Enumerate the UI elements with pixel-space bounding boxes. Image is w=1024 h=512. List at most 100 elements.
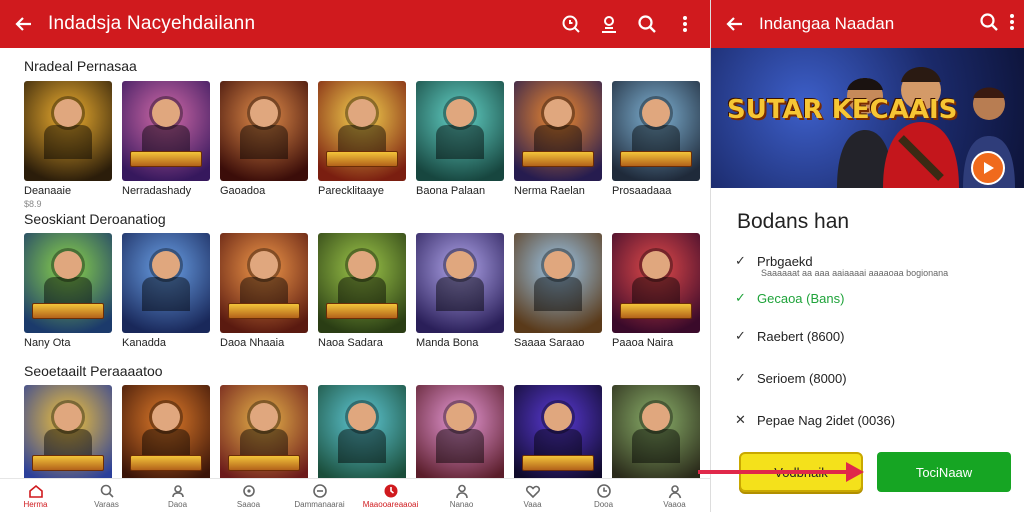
back-button[interactable] <box>0 0 48 48</box>
character-art <box>642 99 670 127</box>
feature-item[interactable]: ✓ Raebert (8600) <box>735 328 844 344</box>
game-thumbnail <box>416 233 504 333</box>
game-tile[interactable]: Kanadda <box>122 233 210 361</box>
game-title: Paaoa Naira <box>612 337 674 349</box>
profile-button[interactable] <box>596 11 622 37</box>
play-trailer-button[interactable] <box>971 151 1005 185</box>
game-logo-badge <box>522 455 594 471</box>
game-tile[interactable] <box>24 385 112 485</box>
character-art <box>240 125 288 159</box>
game-price <box>122 199 210 209</box>
character-art <box>54 251 82 279</box>
detail-search-button[interactable] <box>979 12 999 37</box>
character-art <box>544 403 572 431</box>
game-thumbnail <box>24 81 112 181</box>
game-logo-badge <box>326 303 398 319</box>
game-tile[interactable]: Parecklitaaye <box>318 81 406 209</box>
game-tile[interactable]: Baona Palaan <box>416 81 504 209</box>
game-price <box>24 351 112 361</box>
game-price <box>318 351 406 361</box>
character-art <box>642 251 670 279</box>
game-banner[interactable]: SUTAR KECAAIS <box>711 48 1024 188</box>
top-app-bar: Indadsja Nacyehdailann <box>0 0 710 48</box>
feature-label: Raebert (8600) <box>757 328 845 344</box>
nav-label: Vaaoa <box>663 499 686 509</box>
game-title: Deanaaie <box>24 185 72 197</box>
character-art <box>142 277 190 311</box>
search-icon <box>100 484 114 498</box>
game-tile[interactable]: Naoa Sadara <box>318 233 406 361</box>
game-tile[interactable]: Nany Ota <box>24 233 112 361</box>
nav-item[interactable]: Vaaa <box>497 479 568 512</box>
game-thumbnail <box>612 81 700 181</box>
detail-heading: Bodans han <box>737 210 850 233</box>
search-icon <box>980 12 998 31</box>
arrow-left-icon <box>726 17 742 31</box>
nav-label: Nanao <box>449 499 474 509</box>
feature-item[interactable]: ✓ Serioem (8000) <box>735 370 847 386</box>
nav-item[interactable]: Nanao <box>426 479 497 512</box>
game-thumbnail <box>318 81 406 181</box>
game-title: Nany Ota <box>24 337 71 349</box>
nav-item[interactable]: Dooa <box>568 479 639 512</box>
game-logo-badge <box>522 151 594 167</box>
nav-item[interactable]: Maaooareaaoai <box>355 479 426 512</box>
game-tile[interactable] <box>220 385 308 485</box>
game-tile[interactable]: Saaaa Saraao <box>514 233 602 361</box>
bottom-navigation: Herma Varaas Daoa Saaoa Dammanaarai Maaooarea… <box>0 478 710 512</box>
game-tile[interactable]: Gaoadoa <box>220 81 308 209</box>
game-tile[interactable]: Manda Bona <box>416 233 504 361</box>
more-button[interactable] <box>672 11 698 37</box>
nav-item[interactable]: Herma <box>0 479 71 512</box>
character-art <box>544 99 572 127</box>
nav-label: Maaooareaaoai <box>362 499 419 509</box>
feature-item[interactable]: ✓ Gecaoa (Bans) <box>735 290 844 306</box>
feature-item[interactable]: ✓ Prbgaekd <box>735 253 813 269</box>
nav-item[interactable]: Saaoa <box>213 479 284 512</box>
game-price <box>416 351 504 361</box>
game-title: Nerradashady <box>122 185 192 197</box>
top-actions <box>558 11 710 37</box>
section-title: Seoetaailt Peraaaatoo <box>24 363 163 379</box>
character-art <box>250 251 278 279</box>
timer-search-icon <box>562 15 580 33</box>
game-tile[interactable]: Deanaaie $8.9 <box>24 81 112 209</box>
nav-item[interactable]: Daoa <box>142 479 213 512</box>
game-tile[interactable]: Daoa Nhaaia <box>220 233 308 361</box>
feature-item[interactable]: ✕ Pepae Nag 2idet (0036) <box>735 412 895 428</box>
nav-item[interactable]: Dammanaarai <box>284 479 355 512</box>
app-title: Indadsja Nacyehdailann <box>48 13 256 34</box>
arrow-left-icon <box>15 17 31 31</box>
game-title: Naoa Sadara <box>318 337 383 349</box>
detail-back-button[interactable] <box>711 0 759 48</box>
game-title: Saaaa Saraao <box>514 337 585 349</box>
search-button[interactable] <box>634 11 660 37</box>
search-icon <box>638 15 656 33</box>
game-tile[interactable]: Nerma Raelan <box>514 81 602 209</box>
game-tile[interactable] <box>514 385 602 485</box>
game-tile[interactable] <box>416 385 504 485</box>
game-price <box>612 351 700 361</box>
game-thumbnail <box>318 233 406 333</box>
game-tile[interactable] <box>122 385 210 485</box>
game-thumbnail <box>122 81 210 181</box>
game-tile[interactable] <box>318 385 406 485</box>
nav-item[interactable]: Varaas <box>71 479 142 512</box>
game-title: Parecklitaaye <box>318 185 385 197</box>
more-vert-icon <box>1010 13 1014 30</box>
nav-label: Saaoa <box>236 499 261 509</box>
character-art <box>446 99 474 127</box>
detail-more-button[interactable] <box>1009 12 1015 37</box>
game-logo-badge <box>620 151 692 167</box>
game-thumbnail <box>514 385 602 485</box>
secondary-action-button[interactable]: TociNaaw <box>877 452 1011 492</box>
check-icon: ✓ <box>735 253 746 268</box>
heart-icon <box>525 485 540 498</box>
game-tile[interactable]: Nerradashady <box>122 81 210 209</box>
game-tile[interactable]: Prosaadaaa <box>612 81 700 209</box>
timer-search-button[interactable] <box>558 11 584 37</box>
game-tile[interactable]: Paaoa Naira <box>612 233 700 361</box>
game-tile[interactable] <box>612 385 700 485</box>
check-icon: ✓ <box>735 328 746 343</box>
feature-label: Serioem (8000) <box>757 370 847 386</box>
